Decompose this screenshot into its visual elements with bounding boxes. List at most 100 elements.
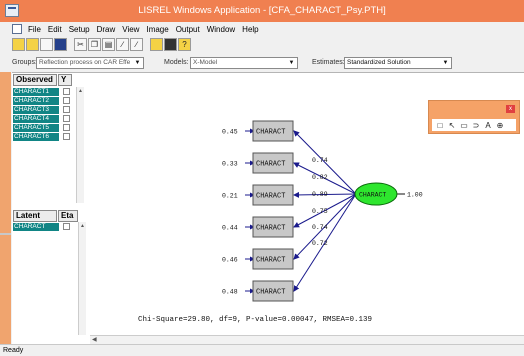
copy-icon[interactable]: ❐ <box>88 38 101 51</box>
document-icon[interactable] <box>12 24 22 34</box>
fit-statistics: Chi-Square=29.80, df=9, P-value=0.00047,… <box>138 316 372 324</box>
status-bar: Ready <box>0 344 524 356</box>
menu-bar: File Edit Setup Draw View Image Output W… <box>12 23 266 35</box>
observed-y-checkbox[interactable] <box>63 124 70 131</box>
open-folder-icon[interactable] <box>26 38 39 51</box>
observed-y-checkbox[interactable] <box>63 106 70 113</box>
observed-variable[interactable]: CHARACT3 <box>13 106 59 114</box>
zoom-tool-icon[interactable]: ⊕ <box>494 121 506 130</box>
latent-row[interactable]: CHARACT <box>13 223 70 231</box>
menu-file[interactable]: File <box>28 25 41 34</box>
estimates-label: Estimates: <box>312 59 345 66</box>
title-bar: LISREL Windows Application - [CFA_CHARAC… <box>0 0 524 22</box>
observed-row[interactable]: CHARACT4 <box>13 115 70 123</box>
tool-row: □ ↖ ▭ ⊃ A ⊕ <box>432 119 516 131</box>
menu-edit[interactable]: Edit <box>48 25 62 34</box>
model-alt-icon[interactable]: ∕ <box>130 38 143 51</box>
latent-header: Latent <box>13 210 57 222</box>
groups-value: Reflection process on CAR Effe <box>39 59 131 66</box>
toolbar: ✂ ❐ ▤ ∕ ∕ ? <box>12 37 192 52</box>
paste-icon[interactable]: ▤ <box>102 38 115 51</box>
indicator-label: CHARACT <box>256 257 285 265</box>
loading-value: 0.82 <box>312 174 328 181</box>
models-select[interactable]: X-Model ▼ <box>190 57 298 69</box>
chevron-down-icon: ▼ <box>134 60 141 66</box>
loading-value: 0.75 <box>312 208 328 215</box>
observed-y-header: Y <box>58 74 72 86</box>
observed-variable[interactable]: CHARACT4 <box>13 115 59 123</box>
window-title: LISREL Windows Application - [CFA_CHARAC… <box>138 5 386 16</box>
latent-panel: Latent Eta CHARACT ▲ <box>12 209 86 335</box>
observed-y-checkbox[interactable] <box>63 115 70 122</box>
open-file-icon[interactable] <box>40 38 53 51</box>
model-icon[interactable]: ∕ <box>116 38 129 51</box>
indicator-label: CHARACT <box>256 129 285 137</box>
info-icon[interactable] <box>164 38 177 51</box>
error-variance: 0.21 <box>222 193 238 200</box>
loading-value: 0.89 <box>312 191 328 198</box>
status-text: Ready <box>3 347 24 354</box>
observed-panel: Observed Y CHARACT1 CHARACT2 CHARACT3 CH… <box>12 73 84 203</box>
text-tool-icon[interactable]: A <box>482 121 494 130</box>
observed-row[interactable]: CHARACT5 <box>13 124 70 132</box>
help-icon[interactable]: ? <box>178 38 191 51</box>
strip-marker <box>0 233 11 235</box>
indicator-label: CHARACT <box>256 289 285 297</box>
latent-variable[interactable]: CHARACT <box>13 223 59 231</box>
scroll-left-icon[interactable]: ◀ <box>92 336 97 344</box>
error-variance: 0.45 <box>222 129 238 136</box>
groups-select[interactable]: Reflection process on CAR Effe ▼ <box>36 57 144 69</box>
curved-arrow-tool-icon[interactable]: ⊃ <box>470 121 482 130</box>
error-variance: 0.33 <box>222 161 238 168</box>
error-variance: 0.44 <box>222 225 238 232</box>
loading-value: 0.74 <box>312 224 328 231</box>
observed-y-checkbox[interactable] <box>63 88 70 95</box>
new-document-icon[interactable] <box>12 38 25 51</box>
rectangle-tool-icon[interactable]: ▭ <box>458 121 470 130</box>
menu-window[interactable]: Window <box>207 25 235 34</box>
latent-scrollbar[interactable]: ▲ <box>78 222 86 335</box>
estimates-value: Standardized Solution <box>347 59 411 66</box>
latent-eta-checkbox[interactable] <box>63 223 70 230</box>
estimates-select[interactable]: Standardized Solution ▼ <box>344 57 452 69</box>
menu-view[interactable]: View <box>122 25 139 34</box>
menu-draw[interactable]: Draw <box>97 25 116 34</box>
chevron-down-icon: ▼ <box>442 60 449 66</box>
latent-eta-header: Eta <box>58 210 78 222</box>
observed-variable[interactable]: CHARACT6 <box>13 133 59 141</box>
diagram-hscrollbar[interactable]: ◀ <box>90 335 524 344</box>
chevron-down-icon: ▼ <box>288 60 295 66</box>
observed-variable[interactable]: CHARACT1 <box>13 88 59 96</box>
latent-variance: 1.00 <box>407 192 423 199</box>
observed-row[interactable]: CHARACT6 <box>13 133 70 141</box>
latent-label: CHARACT <box>359 192 386 199</box>
left-edge-strip <box>0 72 11 344</box>
observed-y-checkbox[interactable] <box>63 97 70 104</box>
models-value: X-Model <box>193 59 218 66</box>
cut-icon[interactable]: ✂ <box>74 38 87 51</box>
observed-scrollbar[interactable]: ▲ <box>76 87 84 203</box>
observed-row[interactable]: CHARACT2 <box>13 97 70 105</box>
arrow-tool-icon[interactable]: ↖ <box>446 121 458 130</box>
observed-variable[interactable]: CHARACT2 <box>13 97 59 105</box>
models-label: Models: <box>164 59 189 66</box>
save-icon[interactable] <box>54 38 67 51</box>
indicator-label: CHARACT <box>256 225 285 233</box>
select-tool-icon[interactable]: □ <box>434 121 446 130</box>
menu-setup[interactable]: Setup <box>69 25 90 34</box>
menu-help[interactable]: Help <box>242 25 258 34</box>
observed-variable[interactable]: CHARACT5 <box>13 124 59 132</box>
observed-y-checkbox[interactable] <box>63 133 70 140</box>
observed-row[interactable]: CHARACT3 <box>13 106 70 114</box>
indicator-label: CHARACT <box>256 161 285 169</box>
error-variance: 0.46 <box>222 257 238 264</box>
close-icon[interactable]: x <box>506 105 515 113</box>
print-icon[interactable] <box>150 38 163 51</box>
scroll-up-icon[interactable]: ▲ <box>77 87 84 95</box>
observed-row[interactable]: CHARACT1 <box>13 88 70 96</box>
options-bar: Groups: Reflection process on CAR Effe ▼… <box>12 56 524 72</box>
loading-value: 0.72 <box>312 240 328 247</box>
menu-image[interactable]: Image <box>146 25 168 34</box>
scroll-up-icon[interactable]: ▲ <box>79 222 86 230</box>
menu-output[interactable]: Output <box>176 25 200 34</box>
